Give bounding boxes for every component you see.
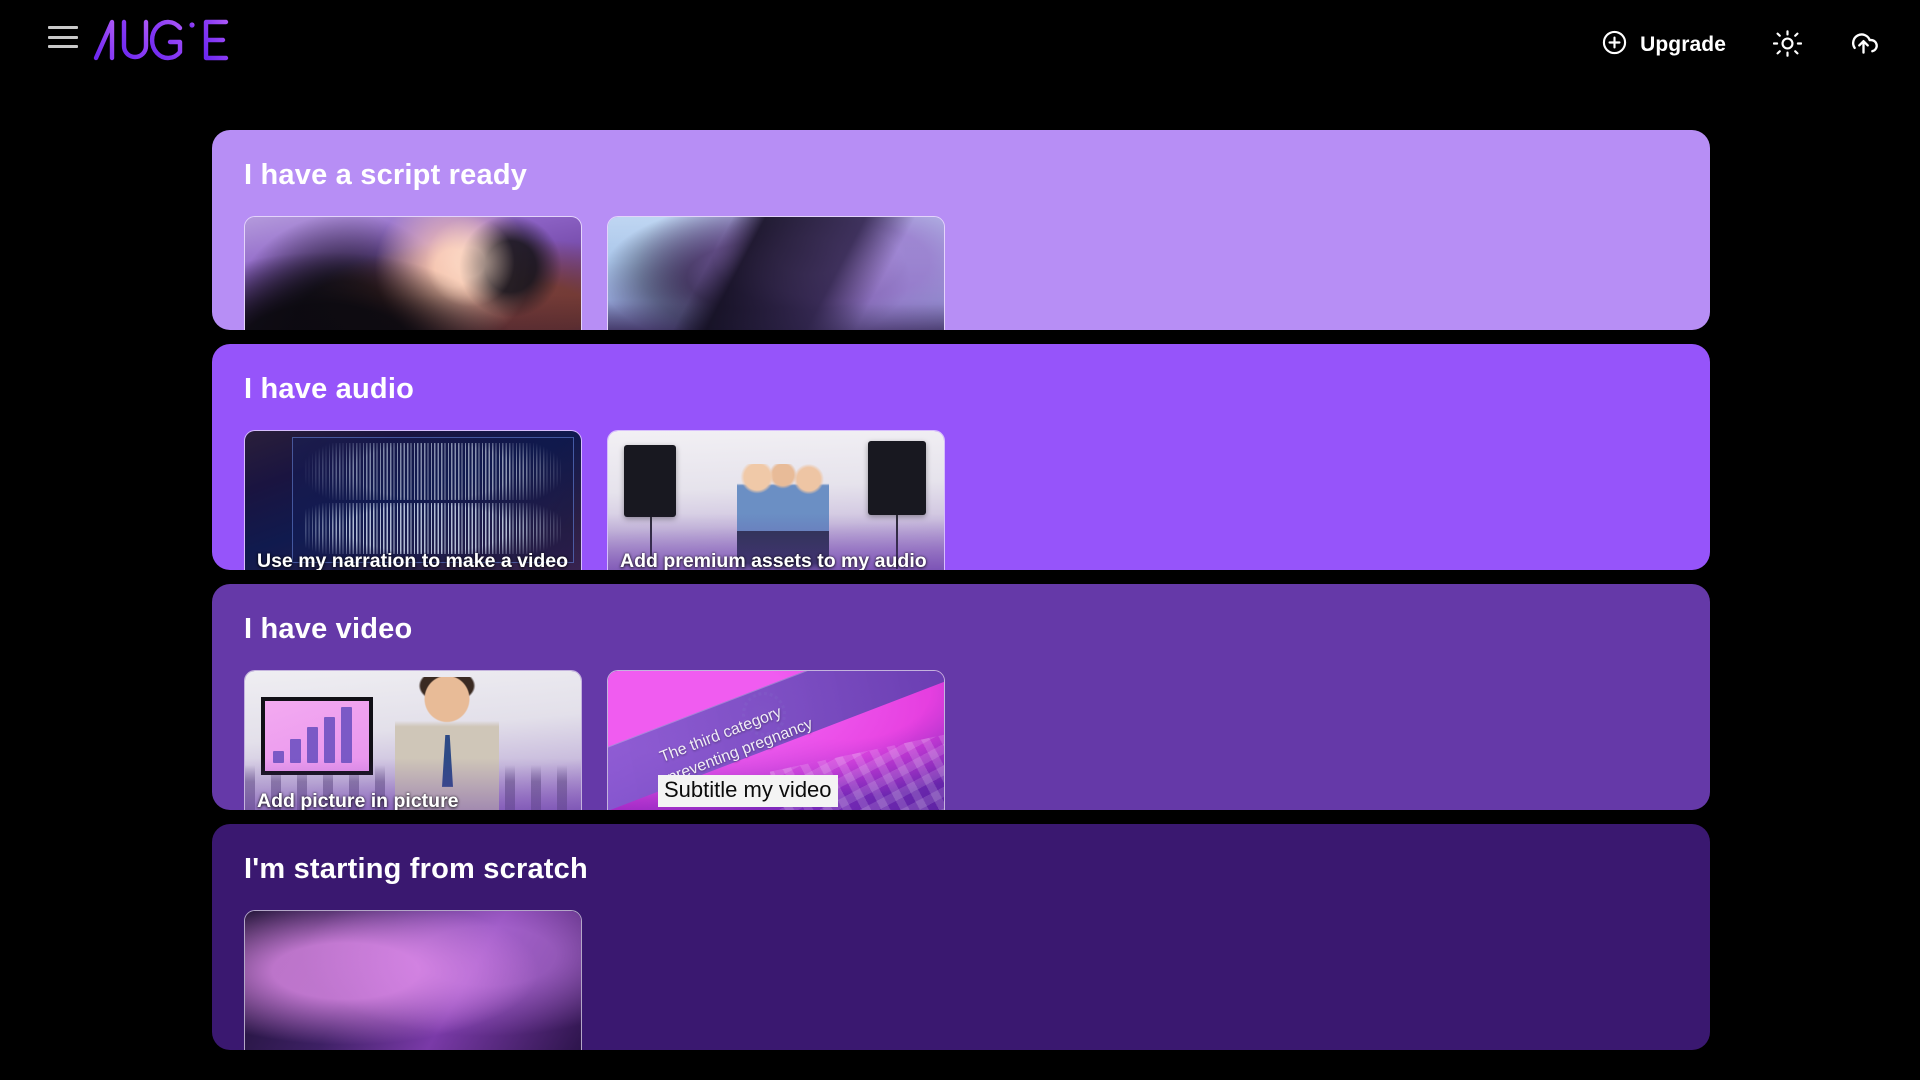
panel-have-video: I have video Add picture in picture The … <box>212 584 1710 810</box>
panel-have-audio: I have audio Use my narration to make a … <box>212 344 1710 570</box>
cloud-upload-icon <box>1847 27 1880 63</box>
panel-title: I have audio <box>244 373 414 405</box>
hamburger-line <box>48 45 78 48</box>
card-use-my-narration[interactable]: Use my narration to make a video <box>244 429 582 570</box>
plus-circle-icon <box>1601 29 1628 62</box>
hamburger-line <box>48 35 78 39</box>
card-record-my-script[interactable]: Record my script <box>244 215 582 330</box>
hamburger-line <box>48 26 78 29</box>
card-label: Add premium assets to my audio <box>620 549 927 570</box>
card-subtitle-my-video[interactable]: The third category preventing pregnancy … <box>607 669 945 810</box>
softbox-light <box>868 440 926 515</box>
pip-slide-chart <box>261 696 373 775</box>
presenter-tie <box>442 734 453 787</box>
card-thumbnail-image <box>245 216 581 330</box>
card-thumbnail-image <box>245 910 581 1050</box>
augie-logo[interactable] <box>92 16 232 62</box>
waveform-screen <box>292 436 575 563</box>
chart-bar <box>273 750 284 763</box>
panel-starting-from-scratch: I'm starting from scratch <box>212 824 1710 1050</box>
app-header: Upgrade <box>0 0 1920 90</box>
chart-bar <box>290 738 301 763</box>
card-start-from-scratch[interactable] <box>244 909 582 1050</box>
panel-card-list <box>244 909 1678 1050</box>
app-root: Upgrade I have a script ready I have aud… <box>0 0 1920 1080</box>
chart-bar <box>324 716 335 763</box>
panel-card-list: Add picture in picture The third categor… <box>244 669 1678 810</box>
panel-title: I'm starting from scratch <box>244 853 588 885</box>
upgrade-button[interactable]: Upgrade <box>1587 21 1740 70</box>
option-panels: I have a script ready Record my script V… <box>212 130 1710 1064</box>
chart-bar <box>307 726 318 763</box>
softbox-light <box>624 444 676 517</box>
card-label: Subtitle my video <box>658 775 838 807</box>
card-add-picture-in-picture[interactable]: Add picture in picture <box>244 669 582 810</box>
chart-bar <box>341 706 352 763</box>
panel-card-list: Use my narration to make a video Add pre… <box>244 429 1678 570</box>
hamburger-menu-icon[interactable] <box>48 26 78 48</box>
panel-title: I have video <box>244 613 413 645</box>
card-label: Add picture in picture <box>257 789 459 810</box>
card-voice-my-script-with-ai[interactable]: Voice my script with AI <box>607 215 945 330</box>
header-actions: Upgrade <box>1587 0 1892 90</box>
panel-card-list: Record my script Voice my script with AI <box>244 215 1678 330</box>
sun-brightness-icon <box>1772 29 1802 61</box>
cloud-upload-button[interactable] <box>1834 16 1892 74</box>
card-label: Use my narration to make a video <box>257 549 569 570</box>
panel-title: I have a script ready <box>244 159 528 191</box>
card-thumbnail-image <box>608 216 944 330</box>
panel-script-ready: I have a script ready Record my script V… <box>212 130 1710 330</box>
upgrade-label: Upgrade <box>1640 33 1726 56</box>
theme-toggle-button[interactable] <box>1758 16 1816 74</box>
card-add-premium-assets[interactable]: Add premium assets to my audio <box>607 429 945 570</box>
